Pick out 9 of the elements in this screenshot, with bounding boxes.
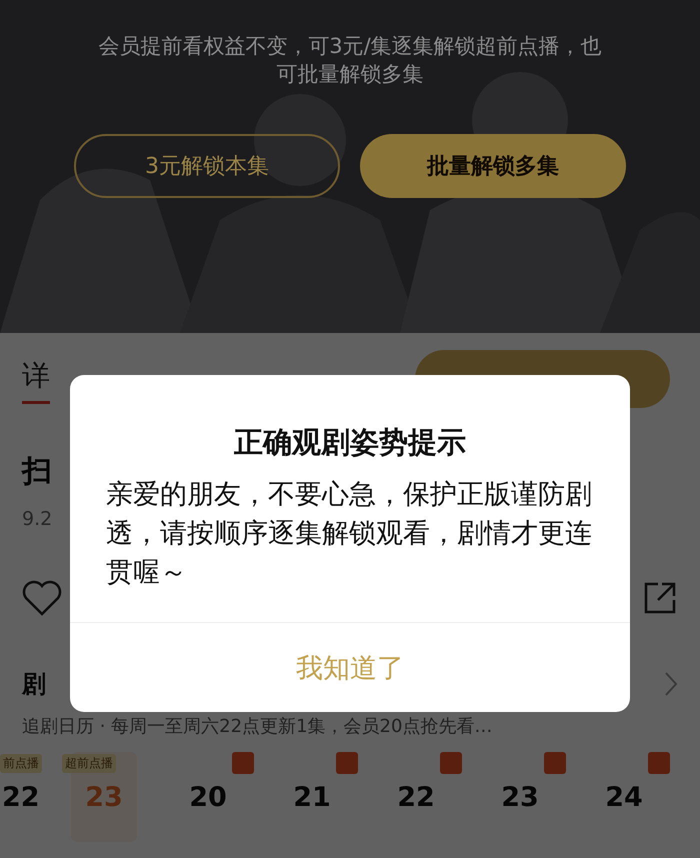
dialog-title: 正确观剧姿势提示 xyxy=(233,424,467,461)
schedule-text: 追剧日历 · 每周一至周六22点更新1集，会员20点抢先看… xyxy=(22,716,492,738)
show-title: 扫 xyxy=(22,453,52,486)
rating: 9.2 xyxy=(22,508,52,530)
unlock-notice: 会员提前看权益不变，可3元/集逐集解锁超前点播，也可批量解锁多集 xyxy=(97,33,603,88)
episodes-heading: 剧 xyxy=(22,669,46,700)
dialog-message: 亲爱的朋友，不要心急，保护正版谨防剧透，请按顺序逐集解锁观看，剧情才更连贯喔～ xyxy=(105,478,593,590)
advance-tag: 超前点播 xyxy=(62,754,116,773)
advance-tag: 前点播 xyxy=(0,754,42,773)
